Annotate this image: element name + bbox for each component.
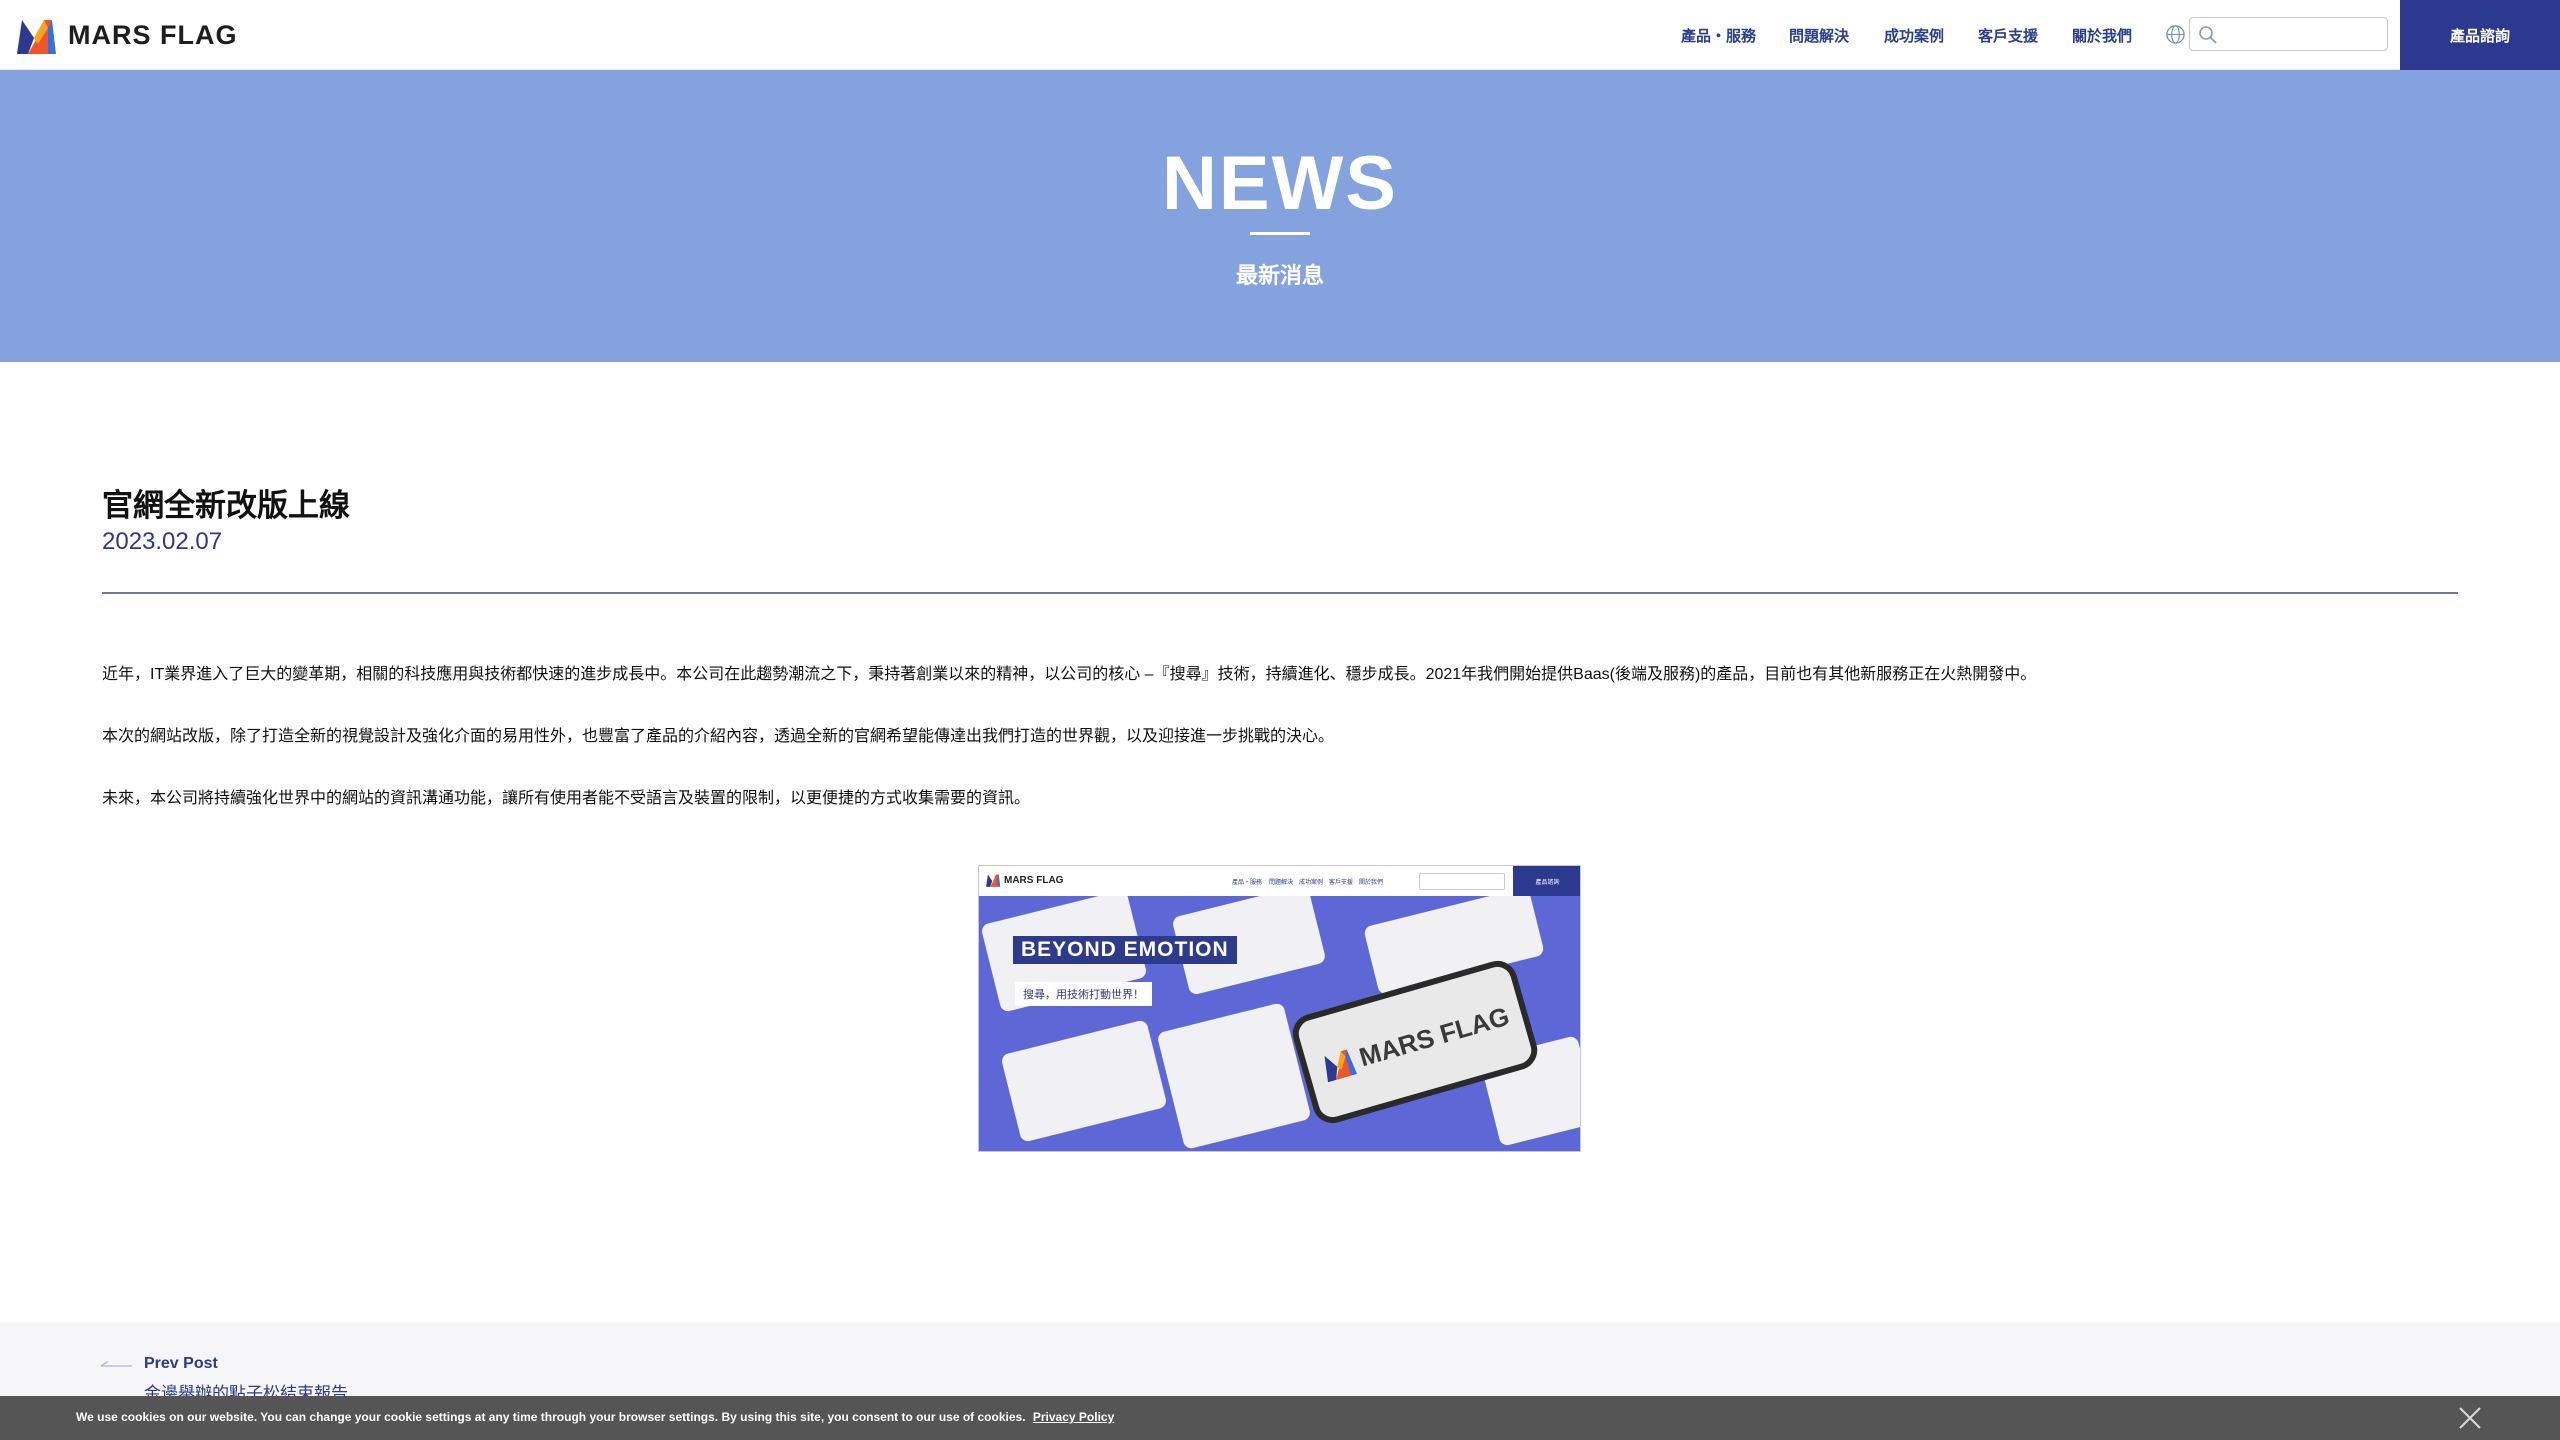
mars-flag-logo-icon (986, 874, 1001, 887)
logo-text: MARS FLAG (68, 19, 238, 50)
product-inquiry-button[interactable]: 產品諮詢 (2400, 0, 2560, 70)
privacy-policy-link[interactable]: Privacy Policy (1033, 1410, 1114, 1424)
hero-subtitle: 最新消息 (1235, 263, 1324, 288)
nav-problem-solving[interactable]: 問題解決 (1789, 25, 1849, 46)
cookie-text: We use cookies on our website. You can c… (76, 1410, 1026, 1424)
image-nav-item: 問題解決 (1269, 880, 1294, 886)
mars-flag-logo-icon (1324, 1049, 1357, 1083)
close-icon[interactable] (2458, 1406, 2482, 1430)
article-title: 官網全新改版上線 (102, 488, 350, 523)
article-paragraph: 近年，IT業界進入了巨大的變革期，相關的科技應用與技術都快速的進步成長中。本公司… (102, 666, 2037, 683)
cookie-message: We use cookies on our website. You can c… (76, 1410, 1114, 1424)
hero-title: NEWS (1162, 141, 1398, 226)
image-nav-item: 關於我們 (1359, 880, 1384, 886)
hero-divider (1250, 232, 1310, 235)
image-tile (1000, 1019, 1168, 1143)
image-nav-item: 產品・服務 (1232, 880, 1263, 886)
cookie-banner: We use cookies on our website. You can c… (0, 1396, 2560, 1440)
site-header: MARS FLAG 產品・服務 問題解決 成功案例 客戶支援 關於我們 產品諮詢 (0, 0, 2560, 70)
nav-products-services[interactable]: 產品・服務 (1681, 25, 1756, 46)
image-cta: 產品諮詢 (1513, 866, 1580, 896)
nav-success-cases[interactable]: 成功案例 (1884, 25, 1944, 46)
image-phone-text: MARS FLAG (1355, 1000, 1513, 1072)
article-image: MARS FLAG 產品・服務 問題解決 成功案例 客戶支援 關於我們 產品諮詢… (978, 865, 1581, 1152)
image-tagline: 搜尋，用技術打動世界！ (1015, 982, 1152, 1006)
image-logo-text: MARS FLAG (1004, 874, 1064, 886)
image-header-bar: MARS FLAG 產品・服務 問題解決 成功案例 客戶支援 關於我們 產品諮詢 (979, 866, 1580, 896)
prev-post-label[interactable]: Prev Post (144, 1355, 218, 1373)
image-search-box (1419, 873, 1505, 890)
search-icon (2199, 26, 2217, 44)
image-logo: MARS FLAG (985, 872, 1063, 888)
search-input[interactable] (2224, 22, 2383, 48)
nav-customer-support[interactable]: 客戶支援 (1978, 25, 2038, 46)
article-date: 2023.02.07 (102, 528, 223, 555)
news-hero: NEWS 最新消息 (0, 70, 2560, 362)
article-divider (102, 592, 2458, 594)
mars-flag-logo-icon (17, 20, 56, 54)
image-tile (1156, 1002, 1312, 1150)
arrow-left-icon[interactable] (100, 1361, 132, 1367)
globe-icon[interactable] (2165, 24, 2186, 45)
article-paragraph: 本次的網站改版，除了打造全新的視覺設計及強化介面的易用性外，也豐富了產品的介紹內… (102, 728, 1335, 745)
nav-about-us[interactable]: 關於我們 (2072, 25, 2132, 46)
site-logo[interactable]: MARS FLAG (14, 14, 237, 56)
article-paragraph: 未來，本公司將持續強化世界中的網站的資訊溝通功能，讓所有使用者能不受語言及裝置的… (102, 790, 1031, 807)
image-nav-item: 客戶支援 (1329, 880, 1354, 886)
image-nav-item: 成功案例 (1299, 880, 1324, 886)
search-box[interactable] (2189, 17, 2388, 51)
image-banner: BEYOND EMOTION (1013, 936, 1237, 964)
